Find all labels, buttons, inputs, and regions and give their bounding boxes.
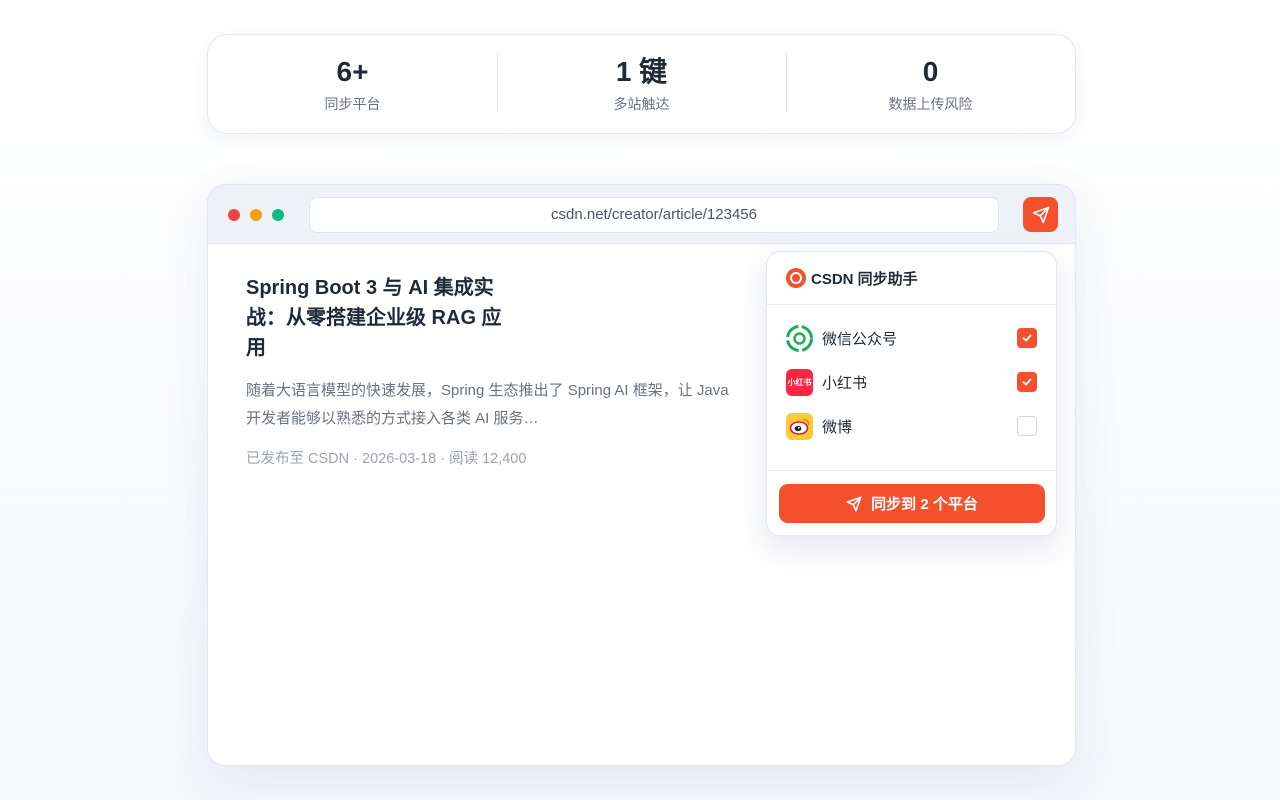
platform-label: 微博 xyxy=(822,418,853,436)
stat-label: 多站触达 xyxy=(613,96,670,112)
sync-submit-button[interactable]: 同步到 2 个平台 xyxy=(779,484,1045,523)
platform-label: 小红书 xyxy=(822,374,868,392)
weibo-icon xyxy=(786,412,813,440)
xiaohongshu-icon: 小红书 xyxy=(786,368,813,396)
article-title[interactable]: Spring Boot 3 与 AI 集成实战：从零搭建企业级 RAG 应用 xyxy=(246,273,506,363)
platform-item-wechat[interactable]: 微信公众号 xyxy=(767,316,1056,360)
platform-checkbox[interactable] xyxy=(1017,416,1037,436)
popup-title: CSDN 同步助手 xyxy=(811,270,918,288)
close-window-dot[interactable] xyxy=(228,209,240,221)
send-icon xyxy=(846,496,862,511)
sync-button-label: 同步到 2 个平台 xyxy=(871,496,978,513)
check-icon xyxy=(1022,334,1032,342)
stat-value: 6+ xyxy=(336,56,369,87)
platform-item-xiaohongshu[interactable]: 小红书 小红书 xyxy=(767,360,1056,404)
stats-card: 6+ 同步平台 1 键 多站触达 0 数据上传风险 xyxy=(207,34,1076,134)
wechat-icon xyxy=(786,324,813,352)
sync-popup: CSDN 同步助手 微信公众号 小红书 小红书 微博 同步到 2 个平台 xyxy=(766,251,1057,536)
stat-value: 1 键 xyxy=(615,56,668,87)
platform-list: 微信公众号 小红书 小红书 微博 xyxy=(767,305,1056,471)
maximize-window-dot[interactable] xyxy=(272,209,284,221)
platform-checkbox[interactable] xyxy=(1017,372,1037,392)
article-excerpt: 随着大语言模型的快速发展，Spring 生态推出了 Spring AI 框架，让… xyxy=(246,382,729,427)
stat-label: 同步平台 xyxy=(324,96,381,112)
platform-item-weibo[interactable]: 微博 xyxy=(767,404,1056,448)
address-bar[interactable]: csdn.net/creator/article/123456 xyxy=(309,197,999,233)
browser-toolbar: csdn.net/creator/article/123456 xyxy=(208,185,1075,244)
check-icon xyxy=(1022,378,1032,386)
article-meta: 已发布至 CSDN · 2026-03-18 · 阅读 12,400 xyxy=(246,451,527,467)
stat-label: 数据上传风险 xyxy=(888,96,973,112)
stat-risk: 0 数据上传风险 xyxy=(786,52,1075,114)
csdn-logo-icon xyxy=(786,268,806,288)
popup-header: CSDN 同步助手 xyxy=(767,252,1056,305)
stat-platforms: 6+ 同步平台 xyxy=(208,54,497,114)
stat-value: 0 xyxy=(922,56,939,87)
article-preview: Spring Boot 3 与 AI 集成实战：从零搭建企业级 RAG 应用 随… xyxy=(246,273,736,468)
platform-checkbox[interactable] xyxy=(1017,328,1037,348)
platform-label: 微信公众号 xyxy=(822,330,898,348)
minimize-window-dot[interactable] xyxy=(250,209,262,221)
sync-extension-button[interactable] xyxy=(1023,197,1058,232)
send-icon xyxy=(1032,206,1049,223)
stat-one-click: 1 键 多站触达 xyxy=(497,52,786,114)
browser-window: csdn.net/creator/article/123456 Spring B… xyxy=(207,184,1076,766)
